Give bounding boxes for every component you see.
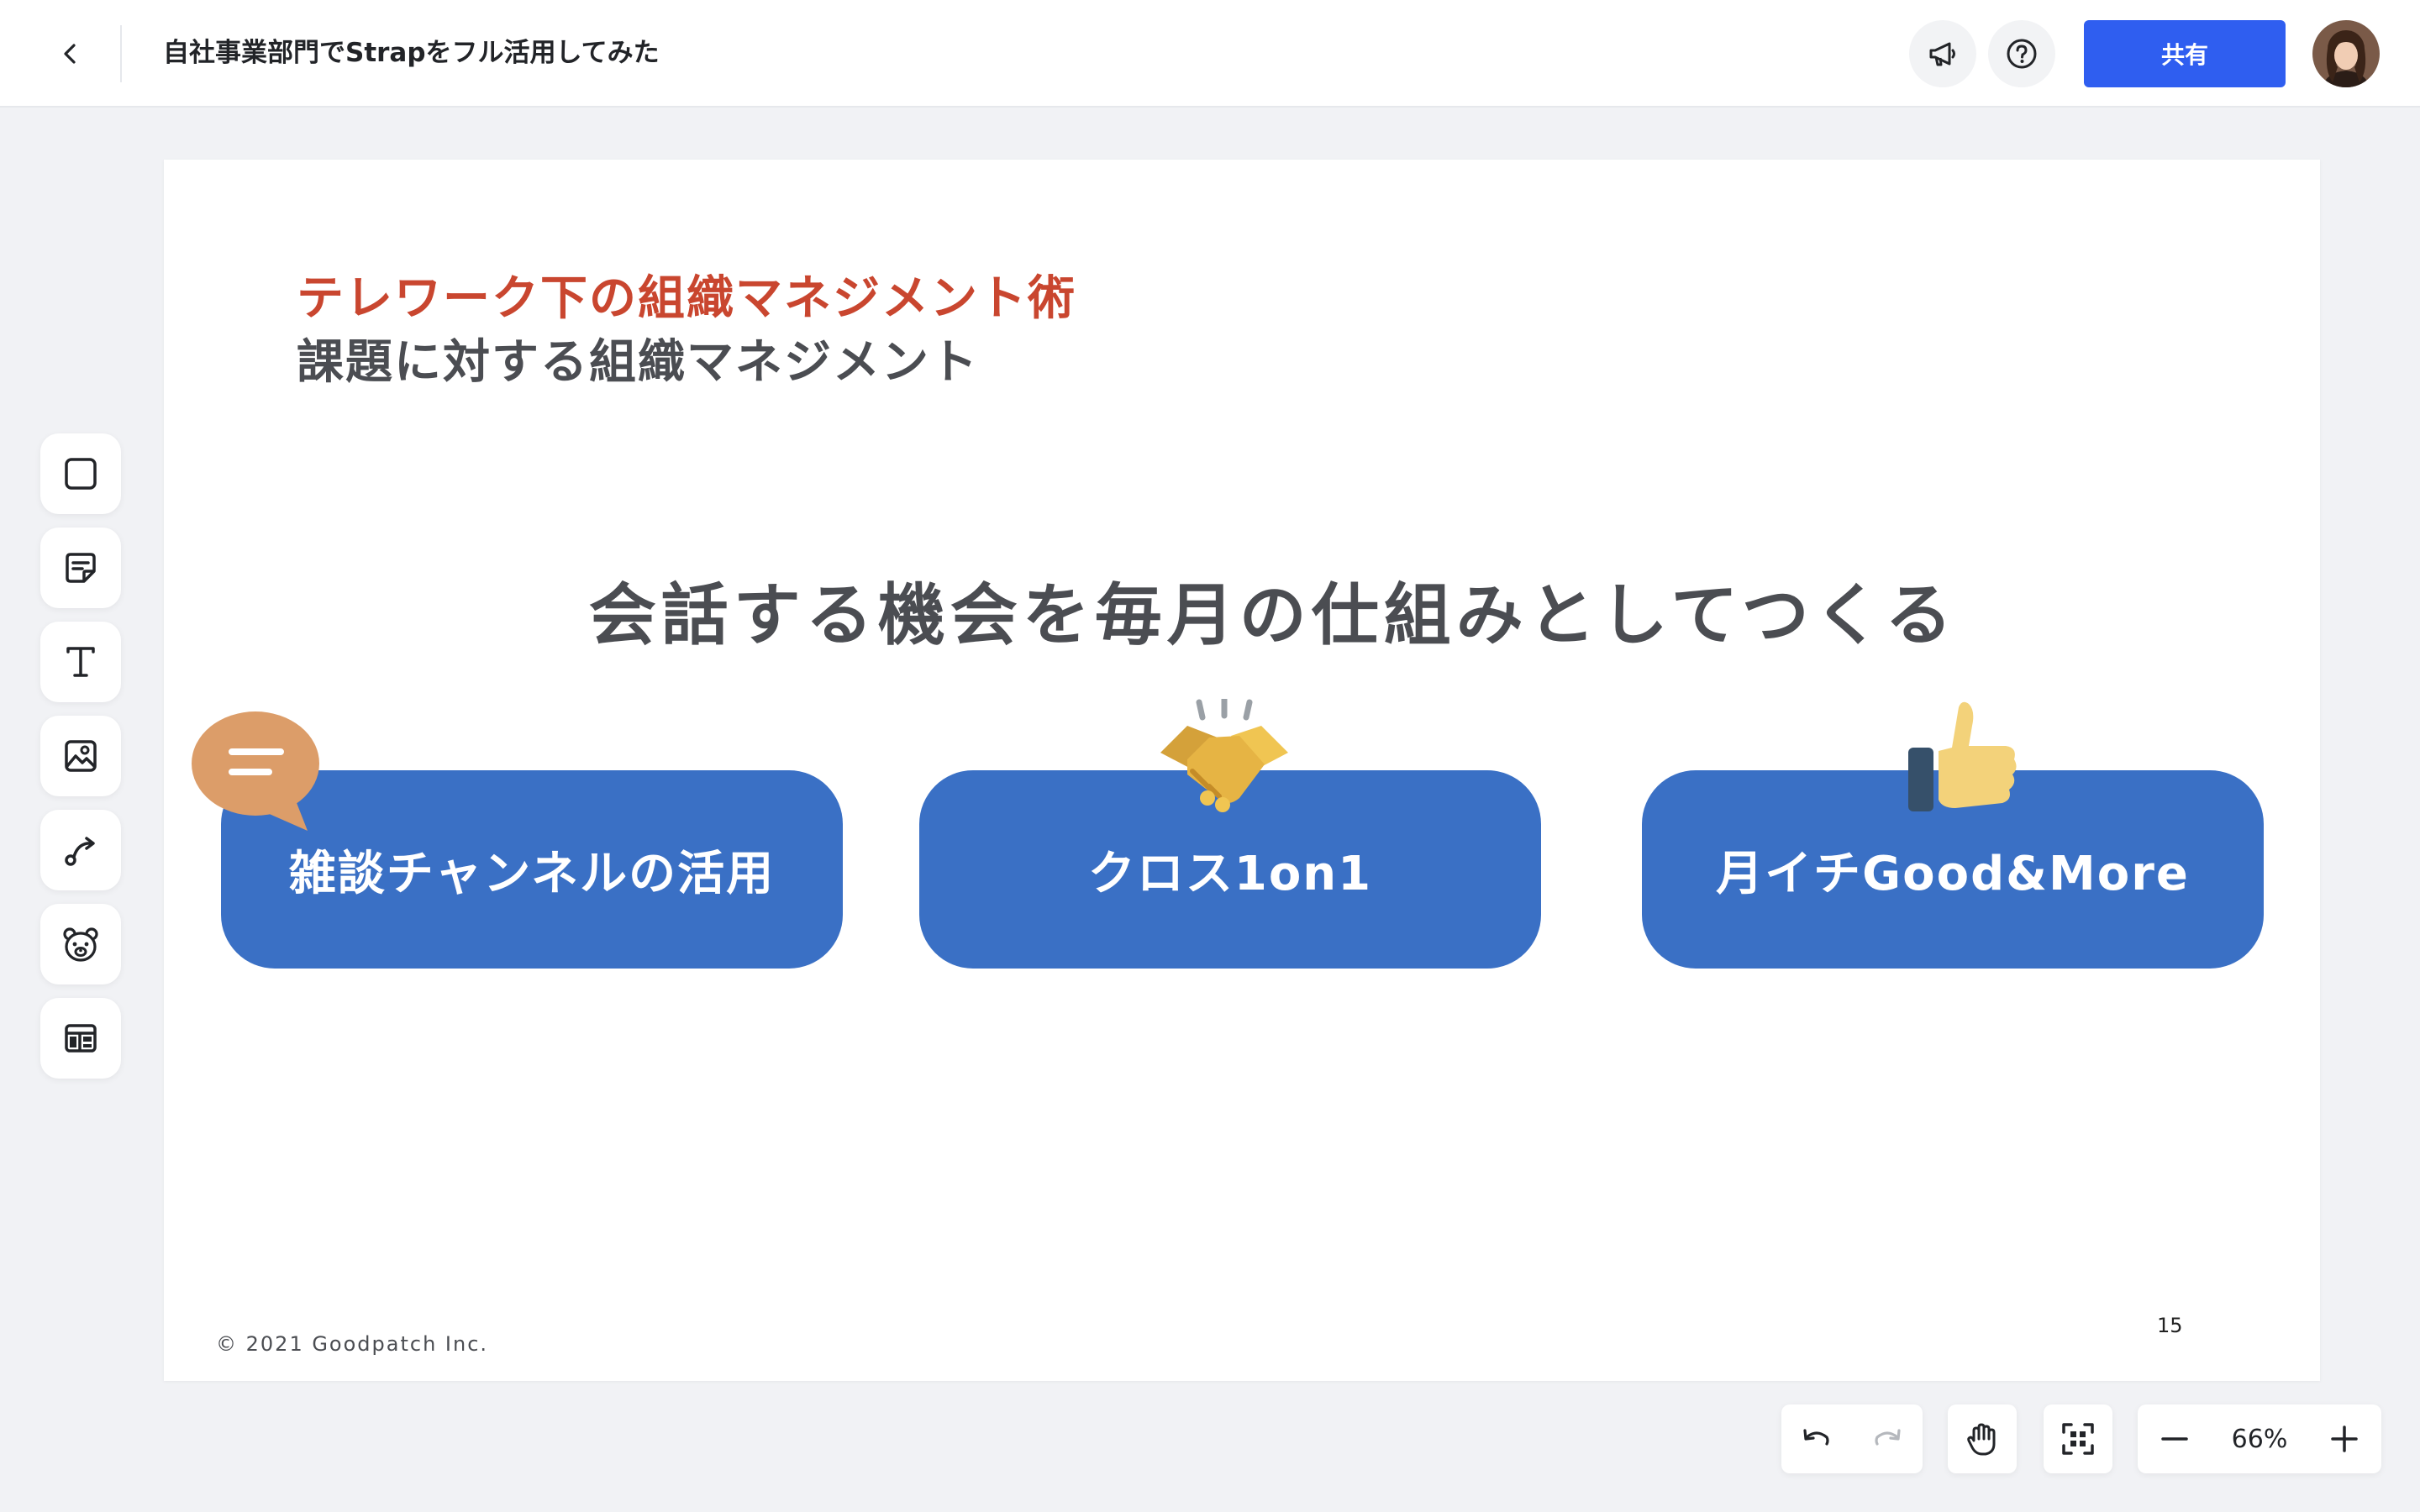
image-icon [65, 740, 97, 772]
slide-title-primary[interactable]: テレワーク下の組織マネジメント術 [297, 260, 1076, 328]
history-controls [1781, 1404, 1923, 1473]
zoom-out-button[interactable] [2144, 1409, 2205, 1469]
hand-pan-button[interactable] [1952, 1409, 2012, 1469]
slide-canvas[interactable]: テレワーク下の組織マネジメント術 課題に対する組織マネジメント 会話する機会を毎… [164, 160, 2320, 1381]
template-layout-icon [65, 1024, 97, 1053]
stamp-tool[interactable] [40, 904, 121, 984]
header-divider [120, 25, 122, 82]
hand-tool-group [1948, 1404, 2017, 1473]
announcement-button[interactable] [1909, 20, 1976, 87]
text-tool[interactable] [40, 622, 121, 702]
zoom-level[interactable]: 66% [2213, 1425, 2306, 1454]
document-title[interactable]: 自社事業部門でStrapをフル活用してみた [163, 32, 660, 74]
image-tool[interactable] [40, 716, 121, 796]
template-tool[interactable] [40, 998, 121, 1079]
slide-title-secondary[interactable]: 課題に対する組織マネジメント [297, 324, 979, 392]
fit-to-screen-button[interactable] [2048, 1409, 2108, 1469]
minus-icon [2161, 1437, 2188, 1441]
avatar-image [2312, 20, 2380, 87]
card-label: 雑談チャンネルの活用 [288, 846, 776, 901]
square-icon [65, 458, 97, 490]
top-header: 自社事業部門でStrapをフル活用してみた 共有 [0, 0, 2420, 108]
back-button[interactable] [47, 30, 94, 77]
hand-pan-icon [1967, 1423, 1996, 1456]
zoom-in-button[interactable] [2314, 1409, 2375, 1469]
undo-icon [1803, 1429, 1829, 1446]
card-label: 月イチGood&More [1716, 846, 2190, 901]
connector-tool[interactable] [40, 810, 121, 890]
redo-button[interactable] [1857, 1409, 1918, 1469]
user-avatar[interactable] [2312, 20, 2380, 87]
text-t-icon [66, 647, 95, 677]
sticky-note-tool[interactable] [40, 528, 121, 608]
zoom-controls: 66% [2138, 1404, 2381, 1473]
card-label: クロス1on1 [1087, 846, 1373, 901]
plus-icon [2331, 1425, 2358, 1452]
thumbs-up-icon [1908, 701, 2017, 811]
app-window: 自社事業部門でStrapをフル活用してみた 共有 テレワーク下の組織マネジメント… [0, 0, 2420, 1512]
undo-button[interactable] [1786, 1409, 1847, 1469]
chevron-left-icon [64, 44, 76, 64]
chat-bubble-icon [192, 711, 319, 831]
help-button[interactable] [1988, 20, 2055, 87]
fit-to-screen-icon [2062, 1423, 2094, 1455]
shape-tool[interactable] [40, 433, 121, 514]
fit-screen-group [2044, 1404, 2112, 1473]
sticky-note-icon [66, 553, 96, 583]
handshake-icon [1160, 699, 1288, 812]
question-circle-icon [2007, 39, 2037, 69]
page-number: 15 [2157, 1314, 2183, 1337]
copyright-text: © 2021 Goodpatch Inc. [216, 1332, 489, 1356]
slide-headline[interactable]: 会話する機会を毎月の仕組みとしてつくる [164, 561, 2382, 659]
redo-icon [1875, 1429, 1901, 1446]
bear-face-icon [63, 927, 98, 962]
share-button[interactable]: 共有 [2084, 20, 2286, 87]
megaphone-icon [1929, 42, 1955, 66]
connector-arrow-icon [65, 837, 95, 866]
